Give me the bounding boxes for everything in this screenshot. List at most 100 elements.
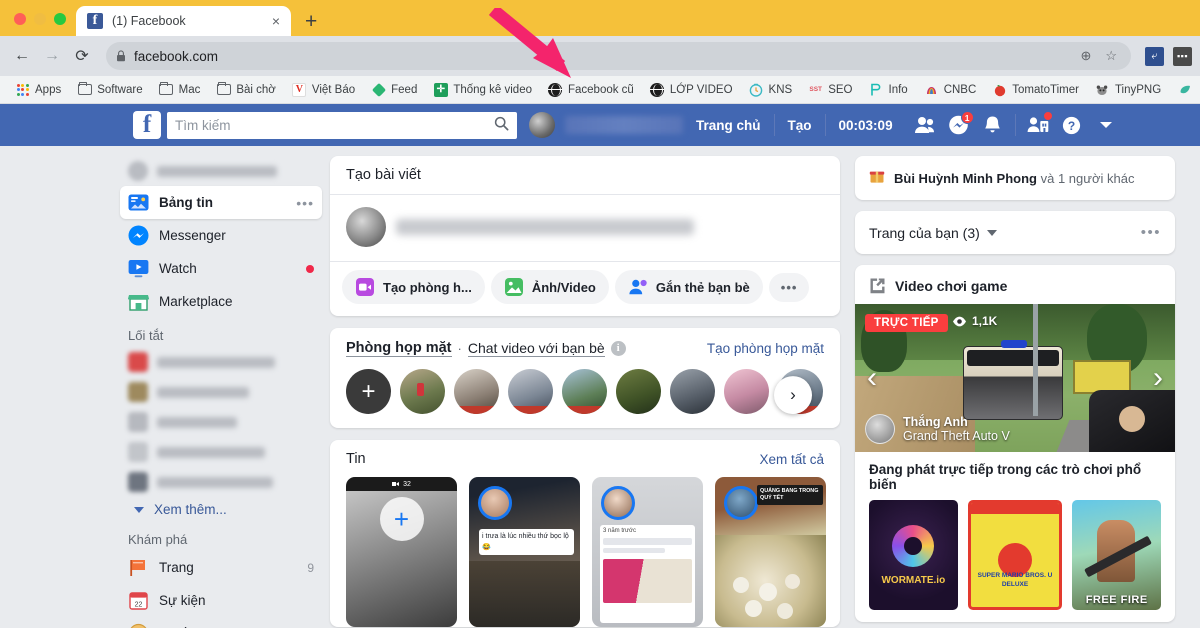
- shortcut-item-blurred[interactable]: [120, 407, 322, 437]
- minimize-window-button[interactable]: [34, 13, 46, 25]
- gaming-prev-arrow[interactable]: ‹: [867, 361, 877, 395]
- shortcut-item-blurred[interactable]: [120, 467, 322, 497]
- create-story-card[interactable]: 32 +: [346, 477, 457, 627]
- nav-create-link[interactable]: Tạo: [775, 118, 825, 133]
- room-avatar[interactable]: [454, 369, 499, 414]
- bookmark-bai-cho[interactable]: Bài chờ: [208, 81, 284, 97]
- new-tab-button[interactable]: +: [291, 11, 329, 36]
- bookmark-software[interactable]: Software: [69, 81, 150, 97]
- story-card[interactable]: i trưa là lúc nhiều thứ bọc lộ 😂: [469, 477, 580, 627]
- sidebar-item-trang[interactable]: Trang 9: [120, 551, 322, 584]
- bookmark-seo[interactable]: SST SEO: [800, 82, 860, 97]
- your-pages-more-icon[interactable]: •••: [1141, 224, 1161, 241]
- sidebar-item-su-kien[interactable]: 22 Sự kiện: [120, 584, 322, 617]
- profile-avatar[interactable]: [529, 112, 555, 138]
- sidebar-item-more-icon[interactable]: •••: [296, 195, 314, 211]
- sidebar-item-bang-tin[interactable]: Bảng tin •••: [120, 186, 322, 219]
- shortcut-item-blurred[interactable]: [120, 377, 322, 407]
- bookmark-mac[interactable]: Mac: [151, 81, 209, 97]
- add-story-plus-icon[interactable]: +: [379, 497, 424, 541]
- bookmark-feed[interactable]: Feed: [363, 82, 425, 97]
- room-avatar[interactable]: [724, 369, 769, 414]
- wormate-io-tile[interactable]: WORMATE.io: [869, 500, 958, 610]
- bookmark-kns[interactable]: KNS: [741, 82, 801, 97]
- friend-requests-icon[interactable]: [910, 110, 940, 140]
- bookmark-facebook-cu[interactable]: Facebook cũ: [540, 82, 642, 97]
- birthday-card[interactable]: Bùi Huỳnh Minh Phong và 1 người khác: [855, 156, 1175, 200]
- notifications-icon[interactable]: [978, 110, 1008, 140]
- sidebar-profile-blurred[interactable]: [120, 156, 322, 186]
- bookmark-thong-ke-video[interactable]: ✛ Thống kê video: [425, 82, 540, 97]
- search-input[interactable]: [175, 117, 494, 133]
- room-avatar[interactable]: [616, 369, 661, 414]
- mario-bros-tile[interactable]: SUPER MARIO BROS. U DELUXE: [967, 500, 1063, 610]
- globe-icon: [650, 82, 665, 97]
- bookmark-overflow[interactable]: [1169, 82, 1200, 97]
- reload-button[interactable]: ⟳: [68, 42, 96, 70]
- close-window-button[interactable]: [14, 13, 26, 25]
- room-avatar[interactable]: [562, 369, 607, 414]
- info-icon[interactable]: i: [610, 341, 626, 356]
- your-pages-row[interactable]: Trang của bạn (3) •••: [855, 211, 1175, 254]
- stories-see-all-link[interactable]: Xem tất cả: [759, 452, 824, 467]
- profile-name-blurred[interactable]: [565, 116, 683, 134]
- browser-tab[interactable]: f (1) Facebook ×: [76, 6, 291, 36]
- extension-dark-icon[interactable]: ▪▪▪: [1173, 46, 1192, 66]
- close-tab-icon[interactable]: ×: [269, 14, 283, 28]
- account-groups-icon[interactable]: [1023, 110, 1053, 140]
- maximize-window-button[interactable]: [54, 13, 66, 25]
- story-card[interactable]: 3 năm trước: [592, 477, 703, 627]
- search-box[interactable]: [167, 111, 517, 139]
- sidebar-item-chien-dich-gay-quy[interactable]: Chiến dịch gây quỹ: [120, 617, 322, 628]
- forward-button[interactable]: →: [38, 42, 66, 70]
- account-dropdown-icon[interactable]: [1091, 110, 1121, 140]
- bookmark-tomatotimer[interactable]: TomatoTimer: [984, 82, 1087, 97]
- birthday-name[interactable]: Bùi Huỳnh Minh Phong: [894, 171, 1037, 186]
- bookmark-info[interactable]: Info: [861, 82, 916, 97]
- see-more-shortcuts-button[interactable]: Xem thêm...: [120, 497, 322, 522]
- create-room-button[interactable]: Tạo phòng h...: [342, 270, 485, 304]
- gaming-live-thumbnail[interactable]: TRỰC TIẾP 1,1K ‹ › Thắng Anh Grand Theft…: [855, 304, 1175, 452]
- sidebar-item-label: Bảng tin: [159, 195, 213, 210]
- shortcut-item-blurred[interactable]: [120, 437, 322, 467]
- story-badge: 32: [346, 477, 457, 491]
- more-options-button[interactable]: •••: [768, 272, 810, 302]
- back-button[interactable]: ←: [8, 42, 36, 70]
- address-bar[interactable]: facebook.com ⊕ ☆: [106, 42, 1131, 70]
- facebook-logo-icon[interactable]: f: [133, 111, 161, 139]
- shortcut-item-blurred[interactable]: [120, 347, 322, 377]
- free-fire-tile[interactable]: FREE FIRE: [1072, 500, 1162, 610]
- bookmark-star-icon[interactable]: ☆: [1105, 48, 1117, 64]
- help-icon[interactable]: ?: [1057, 110, 1087, 140]
- tag-friends-button[interactable]: Gắn thẻ bạn bè: [614, 270, 763, 304]
- room-avatar[interactable]: [400, 369, 445, 414]
- sidebar-item-marketplace[interactable]: Marketplace: [120, 285, 322, 318]
- messenger-icon[interactable]: 1: [944, 110, 974, 140]
- sidebar-item-watch[interactable]: Watch: [120, 252, 322, 285]
- create-room-link[interactable]: Tạo phòng họp mặt: [707, 341, 824, 356]
- bookmark-tinypng[interactable]: TinyPNG: [1087, 82, 1169, 97]
- streamer-avatar[interactable]: [865, 414, 895, 444]
- composer-placeholder-blurred[interactable]: [396, 219, 694, 235]
- search-icon[interactable]: [494, 116, 509, 134]
- photo-video-button[interactable]: Ảnh/Video: [490, 270, 609, 304]
- create-post-body[interactable]: [330, 195, 840, 261]
- nav-home-link[interactable]: Trang chủ: [683, 118, 774, 133]
- create-room-avatar-button[interactable]: +: [346, 369, 391, 414]
- extension-blue-icon[interactable]: ⤶: [1145, 46, 1164, 66]
- bookmark-label: Software: [97, 83, 143, 96]
- action-label: Gắn thẻ bạn bè: [655, 279, 750, 295]
- story-card[interactable]: QUẢNG BANG TRONG QUÝ TẾT: [715, 477, 826, 627]
- room-avatar[interactable]: [508, 369, 553, 414]
- room-avatar[interactable]: [670, 369, 715, 414]
- bookmark-cnbc[interactable]: CNBC: [916, 82, 985, 97]
- sidebar-item-messenger[interactable]: Messenger: [120, 219, 322, 252]
- rooms-next-arrow-button[interactable]: ›: [774, 375, 812, 414]
- composer-avatar[interactable]: [346, 207, 386, 247]
- bookmark-lop-video[interactable]: LỚP VIDEO: [642, 82, 741, 97]
- chevron-down-icon[interactable]: [986, 229, 997, 236]
- bookmark-viet-bao[interactable]: V Việt Báo: [284, 82, 363, 97]
- zoom-icon[interactable]: ⊕: [1080, 48, 1091, 64]
- bookmark-apps[interactable]: Apps: [7, 82, 69, 97]
- gaming-next-arrow[interactable]: ›: [1153, 361, 1163, 395]
